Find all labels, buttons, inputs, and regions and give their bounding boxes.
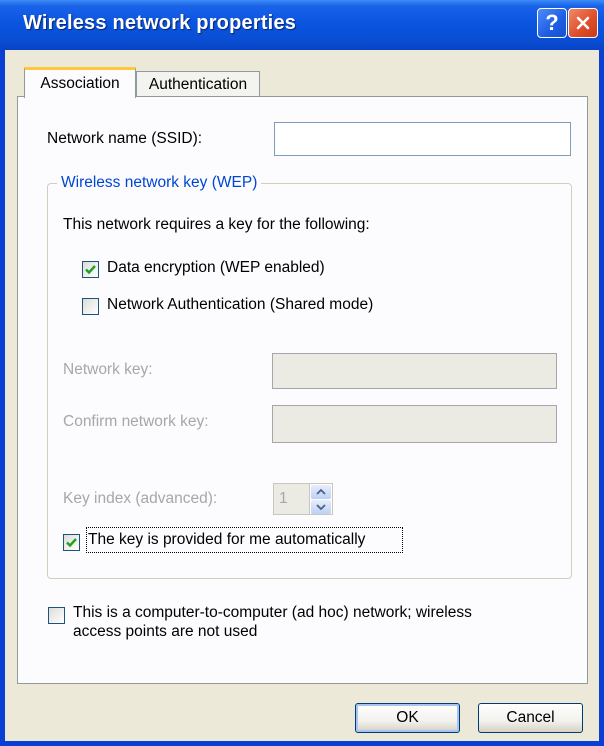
adhoc-label-line1[interactable]: This is a computer-to-computer (ad hoc) … — [73, 604, 472, 622]
data-encryption-label[interactable]: Data encryption (WEP enabled) — [107, 259, 325, 277]
key-index-spin-buttons — [309, 483, 333, 515]
checkmark-icon — [85, 265, 96, 275]
network-key-input[interactable] — [272, 353, 557, 389]
spin-down-button[interactable] — [311, 500, 331, 514]
network-auth-label[interactable]: Network Authentication (Shared mode) — [107, 296, 373, 314]
auto-key-checkbox[interactable] — [63, 534, 80, 551]
spin-up-button[interactable] — [311, 485, 331, 499]
ok-button[interactable]: OK — [355, 703, 460, 733]
cancel-button-label: Cancel — [506, 709, 555, 726]
requires-key-text: This network requires a key for the foll… — [63, 216, 370, 233]
key-index-value: 1 — [279, 490, 288, 507]
network-auth-checkbox[interactable] — [82, 298, 99, 315]
wep-group-title: Wireless network key (WEP) — [57, 174, 262, 192]
cancel-button[interactable]: Cancel — [478, 703, 583, 733]
confirm-key-input[interactable] — [272, 405, 557, 443]
auto-key-label[interactable]: The key is provided for me automatically — [88, 531, 365, 549]
ssid-label: Network name (SSID): — [47, 130, 203, 147]
chevron-down-icon — [316, 504, 326, 510]
adhoc-checkbox[interactable] — [48, 607, 65, 624]
chevron-up-icon — [316, 489, 326, 495]
adhoc-label-line2[interactable]: access points are not used — [73, 623, 257, 641]
network-key-label: Network key: — [63, 361, 153, 378]
confirm-key-label: Confirm network key: — [63, 413, 209, 430]
checkmark-icon — [66, 538, 77, 548]
key-index-field[interactable]: 1 — [273, 483, 309, 515]
ok-button-label: OK — [396, 709, 419, 726]
key-index-label: Key index (advanced): — [63, 490, 218, 507]
ssid-input[interactable] — [274, 122, 571, 156]
data-encryption-checkbox[interactable] — [82, 261, 99, 278]
key-index-stepper[interactable]: 1 — [273, 483, 333, 515]
